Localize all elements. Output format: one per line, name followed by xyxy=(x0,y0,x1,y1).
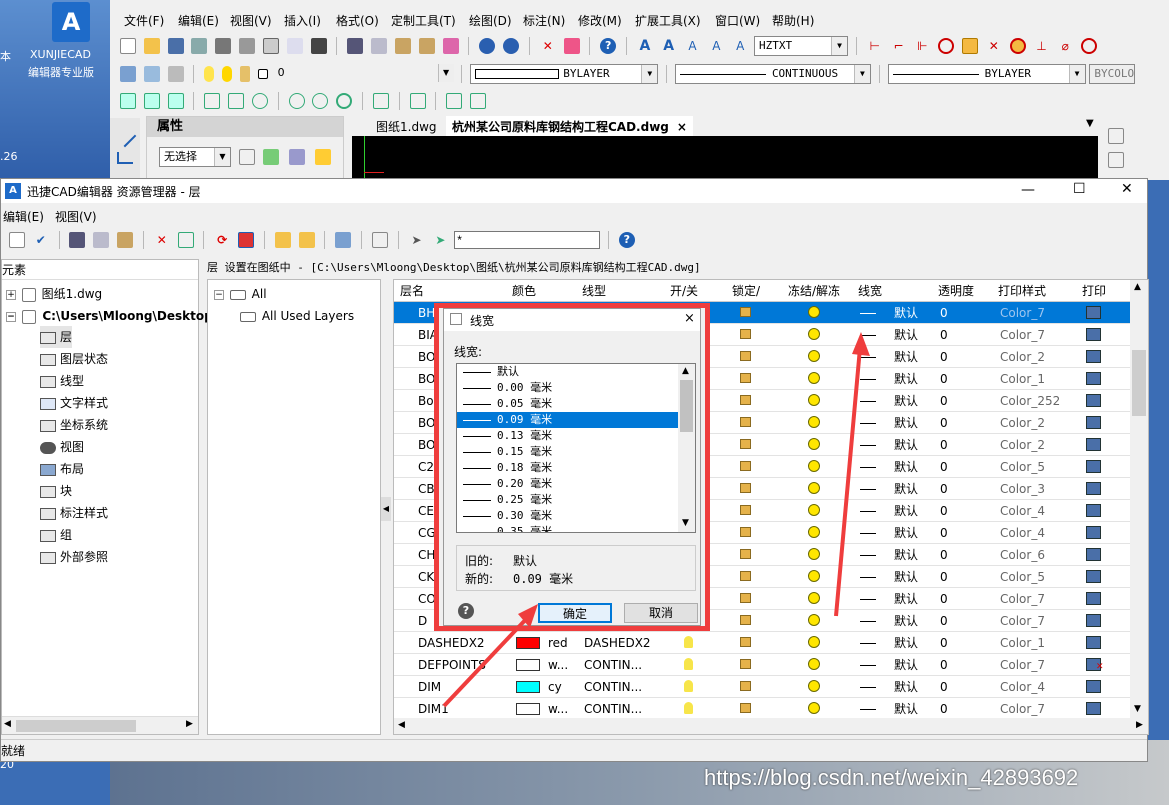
arrow-to-lineweight-head xyxy=(852,332,870,356)
arrow-to-ok-line xyxy=(442,613,532,708)
annotation-arrows xyxy=(442,332,870,708)
arrow-to-lineweight-line xyxy=(834,347,862,617)
